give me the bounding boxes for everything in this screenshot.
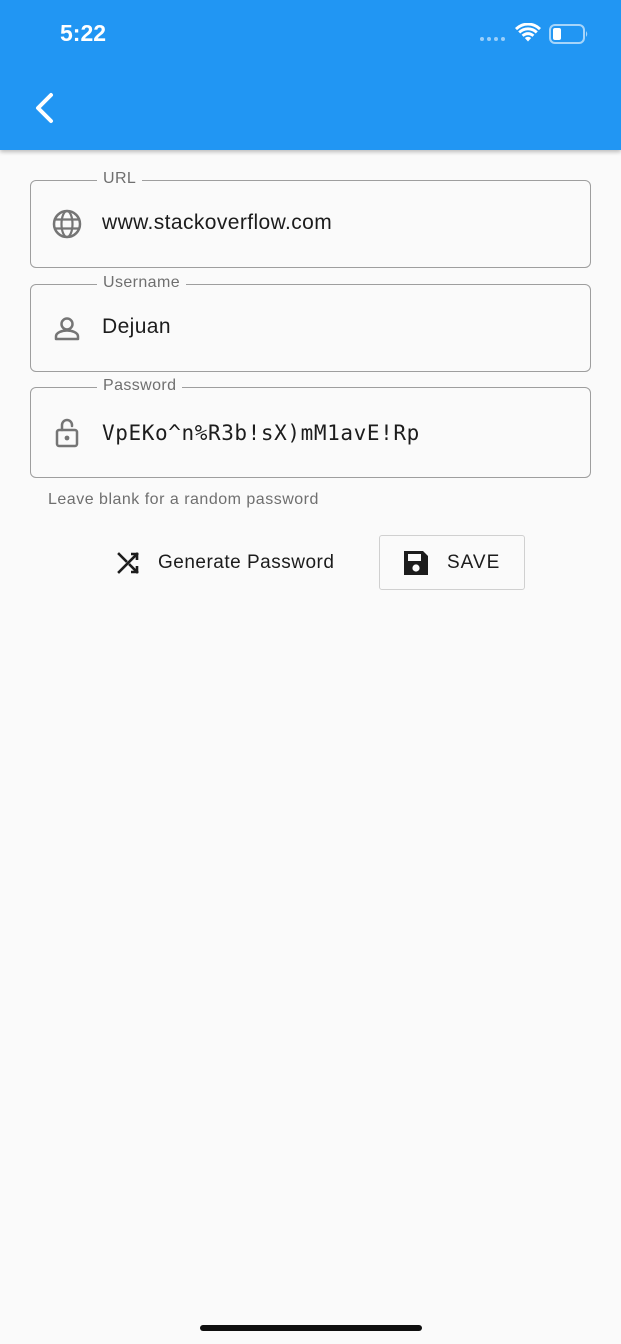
wifi-icon: [515, 23, 541, 42]
person-icon: [54, 317, 80, 341]
globe-icon: [52, 209, 82, 239]
url-field-label: URL: [97, 170, 143, 188]
app-bar: 5:22: [0, 0, 621, 150]
floppy-disk-icon: [404, 550, 428, 575]
shuffle-icon: [117, 552, 139, 574]
generate-password-label: Generate Password: [158, 552, 335, 573]
save-label: SAVE: [447, 551, 501, 573]
generate-password-button[interactable]: Generate Password: [112, 542, 334, 584]
username-input[interactable]: Dejuan: [102, 315, 171, 339]
url-input[interactable]: www.stackoverflow.com: [102, 211, 332, 235]
password-helper-text: Leave blank for a random password: [48, 491, 319, 508]
back-button[interactable]: [24, 88, 64, 128]
home-indicator[interactable]: [200, 1325, 422, 1331]
password-input[interactable]: VpEKo^n%R3b!sX)mM1avE!Rp: [102, 421, 420, 445]
username-field-label: Username: [97, 274, 187, 292]
username-field[interactable]: Username Dejuan: [30, 274, 591, 372]
password-field[interactable]: Password VpEKo^n%R3b!sX)mM1avE!Rp: [30, 377, 591, 478]
lock-open-icon: [55, 418, 79, 448]
cellular-signal-icon: [480, 37, 505, 41]
url-field[interactable]: URL www.stackoverflow.com: [30, 170, 591, 268]
password-field-label: Password: [97, 377, 183, 395]
chevron-left-icon: [36, 93, 53, 123]
save-button[interactable]: SAVE: [379, 535, 525, 590]
battery-icon: [549, 24, 588, 44]
status-time: 5:22: [60, 20, 107, 46]
